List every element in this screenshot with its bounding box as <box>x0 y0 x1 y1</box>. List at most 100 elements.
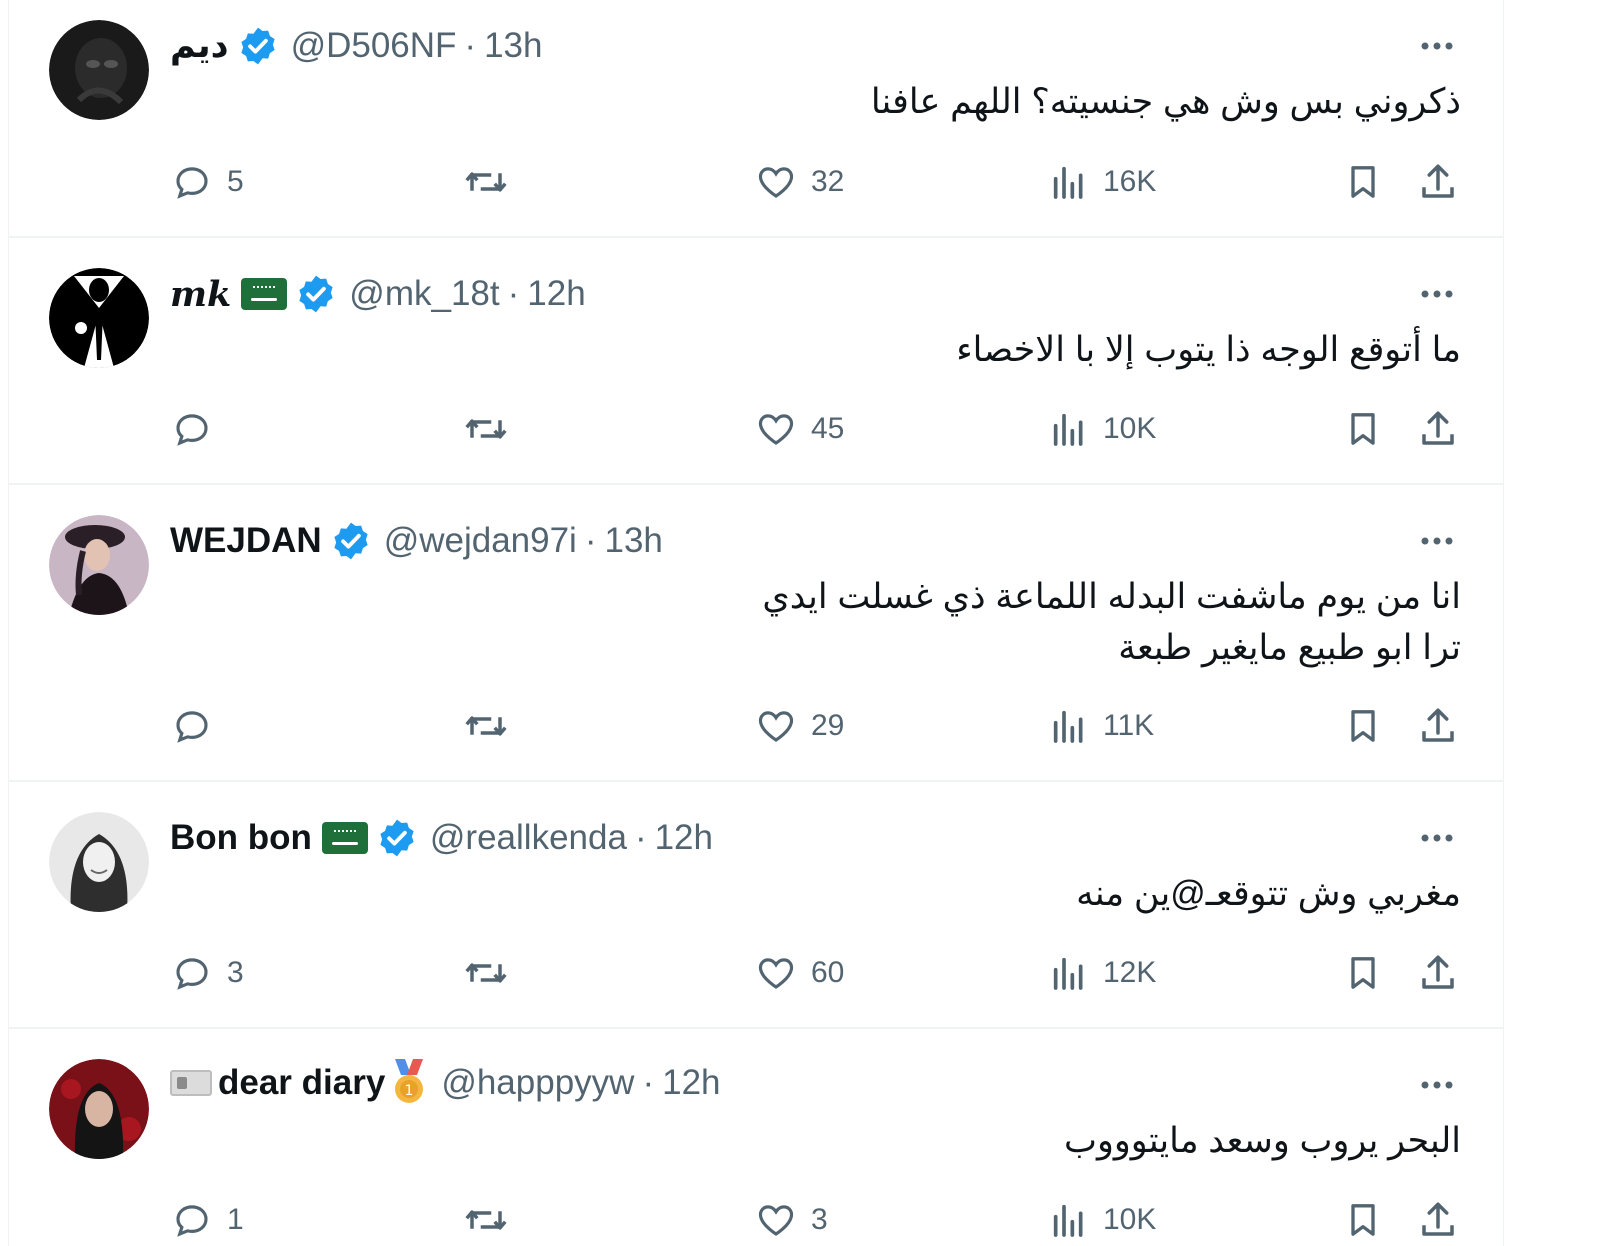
like-button[interactable]: 60 <box>755 948 844 998</box>
view-count: 16K <box>1103 165 1157 198</box>
retweet-icon <box>465 419 507 439</box>
views-button[interactable]: 16K <box>1049 157 1156 207</box>
views-button[interactable]: 11K <box>1049 701 1154 751</box>
tweet[interactable]: ديم @D506NF · 13h ذكروني بس وش هي جنسيته… <box>9 0 1503 238</box>
reply-button[interactable]: 3 <box>171 948 244 998</box>
reply-button[interactable]: 5 <box>171 157 244 207</box>
like-button[interactable]: 45 <box>755 404 844 454</box>
display-name[interactable]: ديم <box>170 26 229 66</box>
views-chart-icon <box>1053 413 1083 446</box>
share-icon <box>1422 1202 1454 1236</box>
tweet[interactable]: dear diary 1 @happpyyw · 12h البحر يروب … <box>9 1029 1503 1246</box>
share-button[interactable] <box>1417 701 1459 751</box>
tweet-text: انا من يوم ماشفت البدله اللماعة ذي غسلت … <box>762 571 1461 673</box>
tweet-text: البحر يروب وسعد مايتوووب <box>1064 1115 1461 1166</box>
display-name[interactable]: mk <box>170 274 231 315</box>
svg-text:1: 1 <box>405 1083 414 1099</box>
display-name[interactable]: dear diary <box>218 1063 385 1103</box>
views-button[interactable]: 12K <box>1049 948 1156 998</box>
user-handle[interactable]: @happpyyw <box>441 1063 634 1103</box>
view-count: 12K <box>1103 956 1157 989</box>
like-button[interactable]: 3 <box>755 1195 828 1245</box>
share-button[interactable] <box>1417 1195 1459 1245</box>
reply-button[interactable] <box>171 404 213 454</box>
tweet-header: dear diary 1 @happpyyw · 12h <box>170 1059 721 1107</box>
tweet-header: mk @mk_18t · 12h <box>170 270 586 318</box>
tweet-text: ما أتوقع الوجه ذا يتوب إلا با الاخصاء <box>956 324 1461 375</box>
like-button[interactable]: 32 <box>755 157 844 207</box>
more-dots-icon[interactable] <box>1417 26 1457 66</box>
share-button[interactable] <box>1417 157 1459 207</box>
tweet[interactable]: WEJDAN @wejdan97i · 13h انا من يوم ماشفت… <box>9 485 1503 782</box>
user-handle[interactable]: @wejdan97i <box>384 521 577 561</box>
share-button[interactable] <box>1417 404 1459 454</box>
verified-badge-icon <box>380 819 414 857</box>
bookmark-button[interactable] <box>1343 948 1383 998</box>
verified-badge-icon <box>240 27 275 65</box>
timestamp[interactable]: 12h <box>662 1063 720 1103</box>
separator: · <box>507 274 520 313</box>
views-button[interactable]: 10K <box>1049 404 1156 454</box>
bookmark-icon <box>1351 710 1375 742</box>
reply-button[interactable] <box>171 701 213 751</box>
retweet-icon <box>465 716 507 736</box>
heart-icon <box>758 958 794 989</box>
timestamp[interactable]: 13h <box>605 521 663 561</box>
retweet-icon <box>465 172 507 192</box>
tweet-actions: 3 60 12K <box>9 948 1503 998</box>
user-handle[interactable]: @reallkenda <box>430 818 627 858</box>
display-name[interactable]: WEJDAN <box>170 521 322 561</box>
more-dots-icon[interactable] <box>1417 521 1457 561</box>
heart-icon <box>758 711 794 742</box>
like-count: 3 <box>811 1203 828 1236</box>
first-place-medal-emoji: 1 <box>395 1059 424 1103</box>
views-chart-icon <box>1053 1204 1083 1237</box>
tweet[interactable]: mk @mk_18t · 12h ما أتوقع الوجه ذا يتوب … <box>9 238 1503 485</box>
timestamp[interactable]: 12h <box>655 818 713 858</box>
bookmark-button[interactable] <box>1343 157 1383 207</box>
reply-icon <box>176 167 208 199</box>
retweet-button[interactable] <box>461 701 511 751</box>
avatar[interactable] <box>49 812 149 912</box>
user-handle[interactable]: @mk_18t <box>349 274 499 314</box>
retweet-button[interactable] <box>461 948 511 998</box>
tweet-text-line: البحر يروب وسعد مايتوووب <box>1064 1121 1461 1160</box>
views-button[interactable]: 10K <box>1049 1195 1156 1245</box>
reply-icon <box>176 414 208 446</box>
views-chart-icon <box>1053 166 1083 199</box>
saudi-flag-emoji <box>241 278 288 310</box>
view-count: 10K <box>1103 1203 1157 1236</box>
like-button[interactable]: 29 <box>755 701 844 751</box>
reply-button[interactable]: 1 <box>171 1195 244 1245</box>
share-button[interactable] <box>1417 948 1459 998</box>
view-count: 10K <box>1103 412 1157 445</box>
retweet-button[interactable] <box>461 404 511 454</box>
tweet[interactable]: Bon bon @reallkenda · 12h مغربي وش تتوقع… <box>9 782 1503 1029</box>
id-card-emoji <box>170 1070 212 1096</box>
retweet-button[interactable] <box>461 1195 511 1245</box>
heart-icon <box>758 1205 794 1236</box>
reply-icon <box>176 958 208 990</box>
bookmark-button[interactable] <box>1343 404 1383 454</box>
timeline-feed: ديم @D506NF · 13h ذكروني بس وش هي جنسيته… <box>8 0 1504 1246</box>
reply-count: 3 <box>227 956 244 989</box>
like-count: 45 <box>811 412 845 445</box>
more-dots-icon[interactable] <box>1417 274 1457 314</box>
avatar[interactable] <box>49 268 149 368</box>
avatar[interactable] <box>49 1059 149 1159</box>
more-dots-icon[interactable] <box>1417 818 1457 858</box>
avatar[interactable] <box>49 515 149 615</box>
timestamp[interactable]: 12h <box>527 274 585 314</box>
retweet-button[interactable] <box>461 157 511 207</box>
reply-count: 5 <box>227 165 244 198</box>
user-handle[interactable]: @D506NF <box>291 26 457 66</box>
timestamp[interactable]: 13h <box>484 26 542 66</box>
reply-icon <box>176 1205 208 1237</box>
avatar[interactable] <box>49 20 149 120</box>
bookmark-icon <box>1351 413 1375 445</box>
more-dots-icon[interactable] <box>1417 1065 1457 1105</box>
heart-icon <box>758 414 794 445</box>
display-name[interactable]: Bon bon <box>170 818 312 858</box>
bookmark-button[interactable] <box>1343 701 1383 751</box>
bookmark-button[interactable] <box>1343 1195 1383 1245</box>
